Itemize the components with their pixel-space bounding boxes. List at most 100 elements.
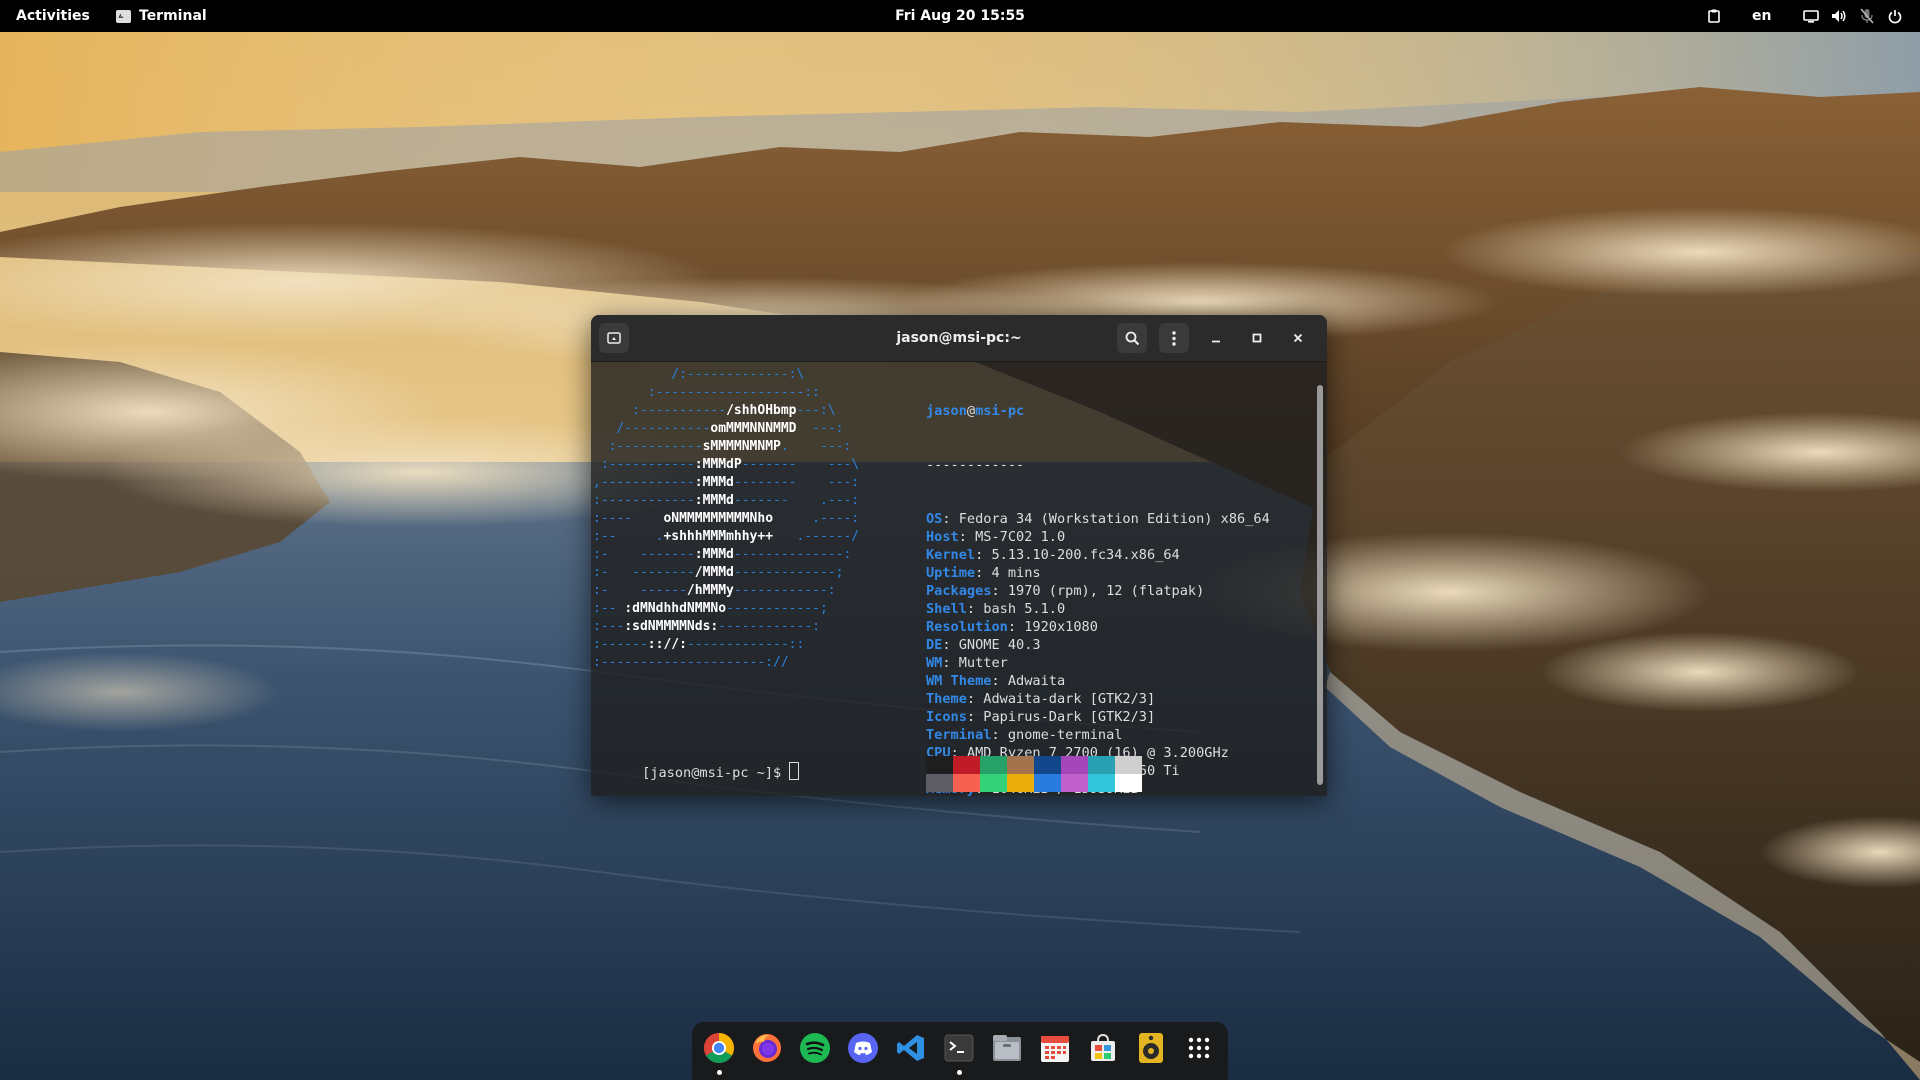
info-value: 5.13.10-200.fc34.x86_64 (991, 547, 1180, 563)
ascii-segment: :-- (593, 601, 625, 616)
ascii-segment: ------------: (733, 583, 836, 598)
ascii-segment: -------------:: (686, 637, 805, 652)
ascii-segment: :- ------- (593, 547, 695, 562)
ascii-segment: ------- .---: (733, 493, 860, 508)
ascii-segment: :---- (593, 511, 664, 526)
color-swatch (1061, 756, 1088, 774)
screen-icon[interactable] (1800, 0, 1822, 32)
prompt-line[interactable]: [jason@msi-pc ~]$ (593, 744, 800, 796)
close-icon[interactable] (1283, 323, 1313, 353)
input-language[interactable]: en (1752, 0, 1771, 32)
info-value: Adwaita-dark [GTK2/3] (983, 691, 1156, 707)
ascii-segment: omMMMNNNMMD (710, 421, 797, 436)
rhythmbox-icon[interactable] (1134, 1031, 1168, 1065)
ascii-segment: -------- ---: (733, 475, 860, 490)
info-key: Kernel (926, 547, 976, 563)
info-row: Theme: Adwaita-dark [GTK2/3] (926, 691, 1156, 707)
files-icon[interactable] (990, 1031, 1024, 1065)
info-value: Papirus-Dark [GTK2/3] (983, 709, 1156, 725)
info-row: Uptime: 4 mins (926, 565, 1041, 581)
info-row: Terminal: gnome-terminal (926, 727, 1123, 743)
color-swatch (1007, 756, 1034, 774)
terminal-window[interactable]: jason@msi-pc:~ /:-------------:\ :------… (591, 315, 1327, 796)
terminal-output[interactable]: /:-------------:\ :-------------------::… (591, 362, 1317, 796)
ascii-segment: :- -------- (593, 565, 695, 580)
color-swatch (1061, 774, 1088, 792)
discord-icon[interactable] (846, 1031, 880, 1065)
info-value: bash 5.1.0 (983, 601, 1066, 617)
running-indicator (957, 1070, 962, 1075)
ascii-segment: .------/ (773, 529, 860, 544)
terminal-icon[interactable] (942, 1031, 976, 1065)
info-key: Theme (926, 691, 967, 707)
ascii-segment: :------------ (593, 493, 695, 508)
ascii-segment: :---------------------:// (593, 655, 789, 670)
top-bar: Activities Terminal Fri Aug 20 15:55 en (0, 0, 1920, 32)
info-row: Icons: Papirus-Dark [GTK2/3] (926, 709, 1156, 725)
terminal-headerbar[interactable]: jason@msi-pc:~ (591, 315, 1327, 362)
info-row: Packages: 1970 (rpm), 12 (flatpak) (926, 583, 1205, 599)
mic-muted-icon[interactable] (1856, 0, 1878, 32)
spotify-icon[interactable] (798, 1031, 832, 1065)
info-key: Terminal (926, 727, 992, 743)
color-swatch (1088, 774, 1115, 792)
ascii-segment: :----------- (593, 439, 703, 454)
color-swatch (1034, 756, 1061, 774)
ascii-segment: :MMMd (694, 547, 734, 562)
ascii-segment: ,------------ (593, 475, 695, 490)
scrollbar[interactable] (1317, 385, 1323, 785)
color-swatch (980, 774, 1007, 792)
info-key: WM (926, 655, 943, 671)
ascii-segment: /MMMd (694, 565, 734, 580)
ascii-segment: :------ (593, 637, 648, 652)
separator-line: ------------ (926, 457, 1025, 473)
info-key: Packages (926, 583, 992, 599)
calendar-icon[interactable] (1038, 1031, 1072, 1065)
info-value: Mutter (958, 655, 1008, 671)
ascii-segment: oNMMMMMMMMMNho (663, 511, 774, 526)
info-key: DE (926, 637, 943, 653)
app-menu[interactable]: Terminal (116, 0, 207, 32)
ascii-segment: :- ------ (593, 583, 687, 598)
ascii-segment: ------------; (726, 601, 828, 616)
software-icon[interactable] (1086, 1031, 1120, 1065)
ascii-segment: . ---: (780, 439, 852, 454)
app-grid-icon[interactable] (1182, 1031, 1216, 1065)
info-row: Host: MS-7C02 1.0 (926, 529, 1066, 545)
info-row: Kernel: 5.13.10-200.fc34.x86_64 (926, 547, 1180, 563)
ascii-segment: :sdNMMMMNds: (624, 619, 719, 634)
fedora-ascii-logo: /:-------------:\ :-------------------::… (593, 366, 859, 672)
ascii-segment: --------------: (733, 547, 852, 562)
info-value: Fedora 34 (Workstation Edition) x86_64 (958, 511, 1270, 527)
running-indicator (717, 1070, 722, 1075)
chrome-icon[interactable] (702, 1031, 736, 1065)
info-value: 1970 (rpm), 12 (flatpak) (1007, 583, 1205, 599)
volume-icon[interactable] (1828, 0, 1850, 32)
ascii-segment: /hMMMy (686, 583, 734, 598)
power-icon[interactable] (1884, 0, 1906, 32)
color-swatch (1034, 774, 1061, 792)
minimize-icon[interactable] (1201, 323, 1231, 353)
search-icon[interactable] (1117, 323, 1147, 353)
info-row: WM: Mutter (926, 655, 1008, 671)
ascii-segment: :dMNdhhdNMMNo (624, 601, 727, 616)
clipboard-icon[interactable] (1704, 0, 1724, 32)
ascii-segment: +shhhMMMmhhy++ (663, 529, 774, 544)
color-swatch (1115, 774, 1142, 792)
info-row: WM Theme: Adwaita (926, 673, 1066, 689)
firefox-icon[interactable] (750, 1031, 784, 1065)
ascii-segment: -------------; (733, 565, 844, 580)
clock[interactable]: Fri Aug 20 15:55 (895, 8, 1025, 24)
info-key: Icons (926, 709, 967, 725)
ascii-segment: .----: (773, 511, 860, 526)
menu-icon[interactable] (1159, 323, 1189, 353)
ascii-segment: sMMMMNMNMP (702, 439, 781, 454)
color-swatch (953, 756, 980, 774)
neofetch-info: jason@msi-pc ------------ OS: Fedora 34 … (926, 366, 1270, 796)
vscode-icon[interactable] (894, 1031, 928, 1065)
info-key: WM Theme (926, 673, 992, 689)
maximize-icon[interactable] (1242, 323, 1272, 353)
app-menu-label: Terminal (139, 8, 207, 24)
activities-button[interactable]: Activities (16, 0, 90, 32)
info-value: MS-7C02 1.0 (975, 529, 1066, 545)
